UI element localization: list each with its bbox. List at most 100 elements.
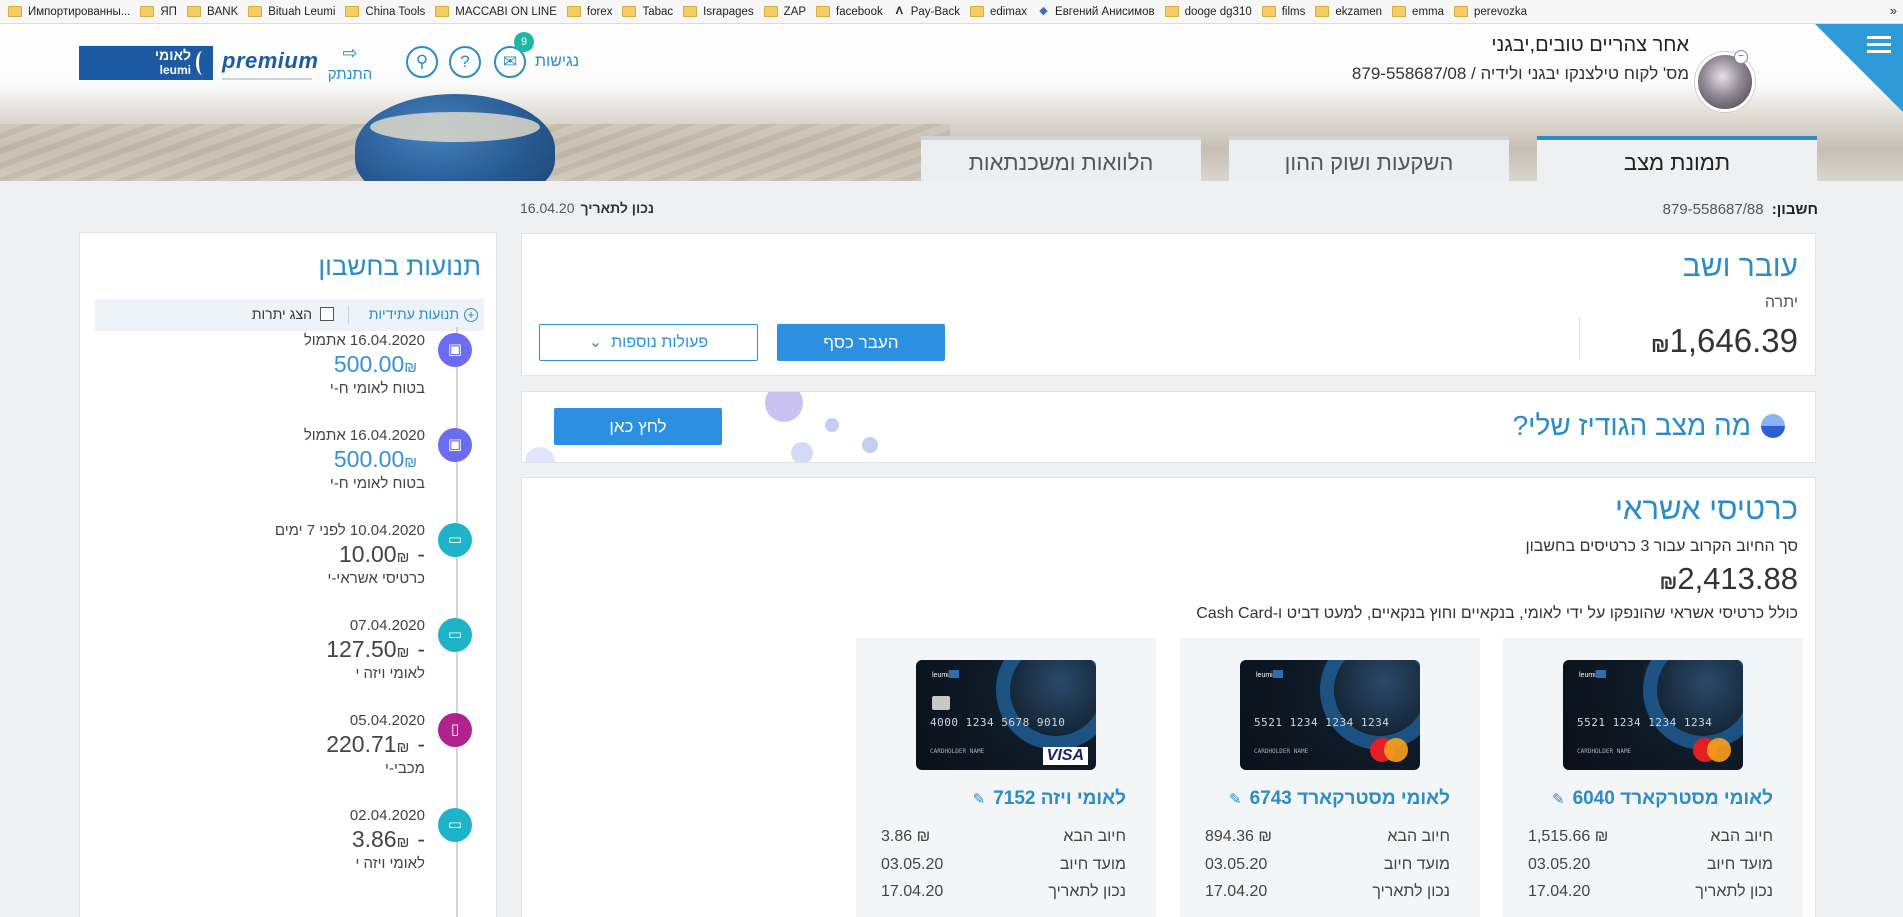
credit-card-image[interactable]: leumi 4000 1234 5678 9010 CARDHOLDER NAME V…: [916, 660, 1096, 770]
as-of-date-value: 16.04.20: [520, 200, 575, 216]
credit-card-name-text: לאומי מסטרקארד 6040: [1572, 788, 1773, 809]
bookmark-item[interactable]: edimax: [969, 5, 1037, 18]
transaction-item[interactable]: ▭ 07.04.2020 -127.50₪ לאומי ויזה י: [220, 614, 480, 704]
credit-cards-total: ₪2,413.88: [1648, 561, 1798, 597]
transaction-amount-value: 500.00: [333, 351, 405, 377]
folder-icon: [1392, 6, 1407, 17]
transaction-amount: 500.00₪: [334, 351, 425, 378]
folder-icon: [1454, 6, 1468, 17]
pencil-icon[interactable]: ✎: [1552, 791, 1565, 808]
bookmark-item[interactable]: Импортированны...: [8, 6, 140, 18]
card-leumi-logo: leumi: [1579, 670, 1609, 679]
bookmark-item[interactable]: ekzamen: [1315, 6, 1392, 18]
bookmark-item[interactable]: facebook: [816, 6, 893, 18]
hamburger-icon[interactable]: [1867, 36, 1891, 57]
show-balances-checkbox[interactable]: [320, 307, 334, 321]
credit-cards-note: כולל כרטיסי אשראי שהונפקו על ידי לאומי, …: [1196, 605, 1798, 622]
bookmark-label: dooge dg310: [1184, 5, 1252, 18]
show-balances-toggle[interactable]: הצג יתרות: [252, 306, 334, 322]
account-value: 879-558687/88: [1662, 201, 1764, 218]
as-of-value: 17.04.20: [881, 883, 944, 900]
credit-cards-subtitle: סך החיוב הקרוב עבור 3 כרטיסים בחשבון: [1525, 538, 1798, 555]
transaction-description: כרטיסי אשראי-י: [327, 570, 425, 587]
credit-cards-title[interactable]: כרטיסי אשראי: [1615, 491, 1798, 527]
folder-icon: [816, 6, 831, 17]
bookmark-item[interactable]: ЯП: [140, 6, 187, 18]
credit-card-image[interactable]: leumi 5521 1234 1234 1234 CARDHOLDER NAME: [1240, 660, 1420, 770]
goodies-title-text: מה מצב הגודיז שלי?: [1512, 410, 1751, 441]
decor-bubble: [791, 442, 813, 462]
more-actions-label: פעולות נוספות: [611, 334, 709, 351]
credit-card-image[interactable]: leumi 5521 1234 1234 1234 CARDHOLDER NAME: [1563, 660, 1743, 770]
bookmark-item[interactable]: Israpages: [683, 6, 764, 18]
bookmark-item[interactable]: films: [1261, 6, 1316, 18]
bookmark-item[interactable]: perevozka: [1454, 6, 1537, 18]
card-ring-graphic: [1643, 660, 1743, 750]
bookmark-item[interactable]: BANK: [186, 6, 248, 18]
tab-overview[interactable]: תמונת מצב: [1537, 136, 1817, 181]
transaction-item[interactable]: ▭ 10.04.2020 לפני 7 ימים -10.00₪ כרטיסי אשר…: [220, 519, 480, 609]
transaction-item[interactable]: ▭ 02.04.2020 -3.86₪ לאומי ויזה י: [220, 804, 480, 894]
bookmark-item[interactable]: ◆ Евгений Анисимов: [1037, 5, 1165, 18]
bookmark-label: forex: [586, 5, 613, 18]
bookmark-label: China Tools: [365, 5, 426, 18]
card-ring-graphic: [1320, 660, 1420, 750]
card-leumi-logo: leumi: [1256, 670, 1286, 679]
credit-card-name[interactable]: לאומי מסטרקארד 6040 ✎: [1552, 788, 1773, 810]
as-of-date-label: נכון לתאריך: [580, 200, 655, 216]
folder-icon: [186, 6, 201, 17]
leumi-logo[interactable]: לאומי leumi: [79, 46, 213, 80]
transaction-amount-value: -10.00: [339, 541, 425, 567]
bookmark-item[interactable]: ZAP: [763, 6, 816, 18]
transaction-item[interactable]: ▣ 16.04.2020 אתמול 500.00₪ בטוח לאומי ח-י: [220, 329, 480, 419]
decor-bubble: [765, 392, 803, 422]
click-here-button[interactable]: לחץ כאן: [554, 408, 722, 445]
pencil-icon[interactable]: ✎: [1229, 791, 1242, 808]
folder-icon: [1315, 6, 1330, 17]
future-transactions-link[interactable]: + תנועות עתידיות: [369, 306, 478, 322]
avatar-collapse-icon[interactable]: −: [1734, 50, 1748, 64]
search-button[interactable]: ⚲: [406, 46, 438, 78]
accessibility-link[interactable]: נגישות: [535, 53, 579, 71]
bookmark-label: edimax: [989, 5, 1028, 18]
folder-icon: [8, 6, 22, 17]
transaction-amount-value: -3.86: [351, 826, 425, 852]
currency-symbol: ₪: [1650, 334, 1670, 357]
logout-button[interactable]: ⇨ התנתק: [325, 44, 375, 83]
balance-amount: ₪1,646.39: [1639, 322, 1798, 360]
bookmarks-overflow-icon[interactable]: »: [1890, 3, 1897, 18]
bookmark-item[interactable]: dooge dg310: [1164, 5, 1262, 18]
help-button[interactable]: ?: [449, 46, 481, 78]
bookmark-label: ЯП: [160, 5, 177, 18]
main-tabs: תמונת מצב השקעות ושוק ההון הלוואות ומשכנ…: [921, 136, 1817, 181]
site-icon: ◆: [1039, 5, 1048, 17]
folder-icon: [140, 6, 155, 17]
pencil-icon[interactable]: ✎: [973, 791, 986, 808]
folder-icon: [969, 6, 984, 17]
bookmark-item[interactable]: Tabac: [622, 6, 683, 18]
bookmark-item[interactable]: Λ Pay-Back: [893, 5, 970, 18]
tab-loans[interactable]: הלוואות ומשכנתאות: [921, 136, 1201, 181]
card-number: 4000 1234 5678 9010: [930, 716, 1066, 729]
balance-value: 1,646.39: [1669, 322, 1798, 359]
transaction-item[interactable]: ▯ 05.04.2020 -220.71₪ מכבי-י: [220, 709, 480, 799]
bookmark-item[interactable]: forex: [566, 5, 623, 18]
credit-card-name[interactable]: לאומי מסטרקארד 6743 ✎: [1229, 788, 1450, 810]
filter-divider: [348, 306, 349, 324]
payback-icon: Λ: [895, 5, 903, 17]
tab-investments[interactable]: השקעות ושוק ההון: [1229, 136, 1509, 181]
card-holder: CARDHOLDER NAME: [1254, 748, 1309, 755]
currency-symbol: ₪: [1659, 572, 1678, 594]
checking-title[interactable]: עובר ושב: [1683, 250, 1798, 284]
transfer-money-button[interactable]: העבר כסף: [777, 324, 945, 361]
bookmark-label: Israpages: [703, 5, 754, 18]
transaction-amount: -10.00₪: [339, 541, 425, 568]
bookmark-item[interactable]: MACCABI ON LINE: [435, 6, 567, 18]
credit-card-name[interactable]: לאומי ויזה 7152 ✎: [973, 788, 1126, 810]
bookmark-item[interactable]: Bituah Leumi: [248, 6, 345, 18]
more-actions-button[interactable]: ⌄ פעולות נוספות: [539, 324, 758, 361]
transaction-item[interactable]: ▣ 16.04.2020 אתמול 500.00₪ בטוח לאומי ח-י: [220, 424, 480, 514]
wallet-icon: ▣: [438, 333, 472, 367]
bookmark-item[interactable]: emma: [1392, 6, 1454, 18]
bookmark-item[interactable]: China Tools: [345, 6, 435, 18]
